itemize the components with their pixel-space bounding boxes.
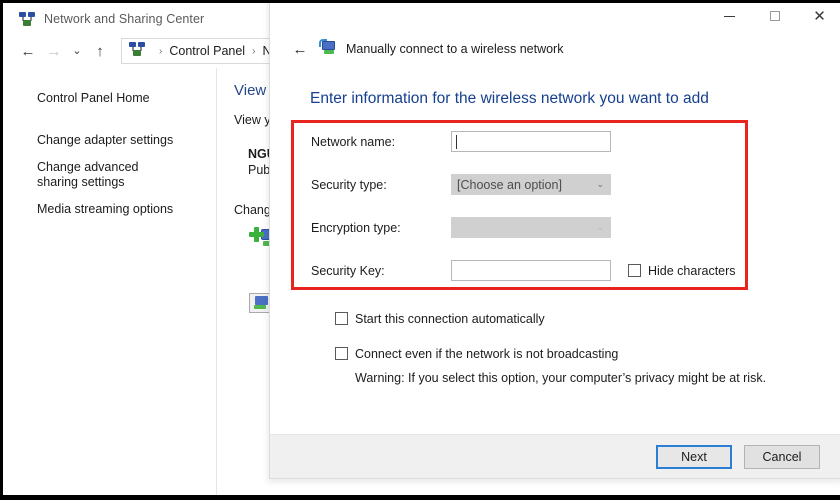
security-key-input[interactable]: [451, 260, 611, 281]
breadcrumb-separator: ›: [252, 45, 256, 57]
start-automatically-row[interactable]: Start this connection automatically: [270, 306, 840, 331]
security-type-select[interactable]: [Choose an option] ⌄: [451, 174, 611, 195]
forward-button[interactable]: →: [41, 38, 67, 64]
network-sharing-icon: [19, 11, 35, 27]
breadcrumb-item-control-panel[interactable]: Control Panel: [169, 44, 245, 58]
up-button[interactable]: ↑: [87, 38, 113, 64]
network-name-label: Network name:: [311, 134, 396, 149]
recent-locations-chevron-icon[interactable]: ⌄: [67, 38, 87, 64]
back-button[interactable]: ←: [15, 38, 41, 64]
start-automatically-checkbox[interactable]: [335, 312, 348, 325]
dialog-titlebar: ✕: [270, 3, 840, 34]
field-row-encryption-type: Encryption type: ⌄: [270, 206, 840, 249]
manually-connect-wireless-dialog: ✕ ← Manually connect to a wireless netwo…: [269, 3, 840, 479]
minimize-icon[interactable]: [707, 3, 752, 31]
hide-characters-checkbox[interactable]: [628, 264, 641, 277]
encryption-type-label: Encryption type:: [311, 220, 401, 235]
close-icon[interactable]: ✕: [797, 3, 840, 31]
dialog-back-arrow-icon[interactable]: ←: [290, 39, 310, 59]
field-row-security-type: Security type: [Choose an option] ⌄: [270, 163, 840, 206]
window-title: Network and Sharing Center: [44, 11, 205, 26]
screenshot-root: Network and Sharing Center ← → ⌄ ↑ › Con…: [0, 0, 840, 500]
security-type-label: Security type:: [311, 177, 387, 192]
connect-not-broadcasting-row[interactable]: Connect even if the network is not broad…: [270, 341, 840, 366]
maximize-icon[interactable]: [752, 3, 797, 31]
start-automatically-label: Start this connection automatically: [355, 311, 545, 326]
security-type-value: [Choose an option]: [457, 177, 562, 192]
field-row-network-name: Network name:: [270, 120, 840, 163]
wireless-network-icon: [319, 38, 337, 60]
dialog-footer: Next Cancel: [270, 434, 840, 478]
sidebar-item-change-adapter-settings[interactable]: Change adapter settings: [3, 133, 216, 148]
wireless-form: Network name: Security type: [Choose an …: [270, 120, 840, 385]
chevron-down-icon: ⌄: [596, 222, 604, 232]
hide-characters-checkbox-row[interactable]: Hide characters: [628, 264, 736, 278]
sidebar-item-media-streaming-options[interactable]: Media streaming options: [3, 202, 216, 217]
sidebar: Control Panel Home Change adapter settin…: [3, 68, 216, 495]
chevron-down-icon: ⌄: [596, 179, 604, 189]
next-button[interactable]: Next: [656, 444, 732, 469]
dialog-title: Manually connect to a wireless network: [346, 42, 564, 56]
dialog-header: ← Manually connect to a wireless network: [270, 34, 840, 64]
sidebar-item-change-advanced-sharing-settings[interactable]: Change advanced sharing settings: [3, 160, 216, 190]
connect-not-broadcasting-label: Connect even if the network is not broad…: [355, 346, 619, 361]
network-name-input[interactable]: [451, 131, 611, 152]
cancel-button[interactable]: Cancel: [744, 444, 820, 469]
security-key-label: Security Key:: [311, 263, 385, 278]
encryption-type-select[interactable]: ⌄: [451, 217, 611, 238]
privacy-warning-text: Warning: If you select this option, your…: [355, 371, 767, 385]
text-caret: [456, 134, 457, 149]
hide-characters-label: Hide characters: [648, 263, 736, 278]
sidebar-item-control-panel-home[interactable]: Control Panel Home: [3, 91, 216, 106]
field-row-security-key: Security Key: Hide characters: [270, 249, 840, 292]
address-bar-network-sharing-icon: [129, 41, 145, 62]
wizard-heading: Enter information for the wireless netwo…: [310, 90, 709, 107]
connect-not-broadcasting-checkbox[interactable]: [335, 347, 348, 360]
dialog-content: Enter information for the wireless netwo…: [270, 64, 840, 434]
breadcrumb-separator: ›: [159, 45, 163, 57]
